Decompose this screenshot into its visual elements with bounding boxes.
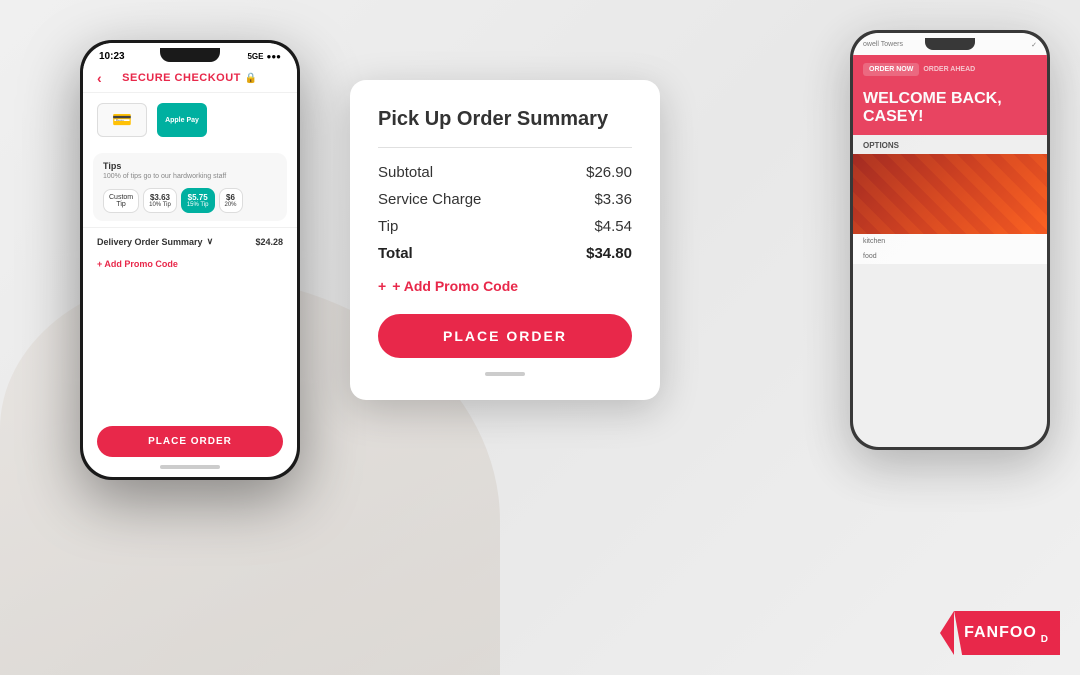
phone-left: 10:23 5GE ●●● ‹ SECURE CHECKOUT 🔒 💳 Appl…: [80, 40, 300, 480]
tip-15-percent: 15% Tip: [187, 202, 209, 208]
tips-section: Tips 100% of tips go to our hardworking …: [93, 153, 287, 221]
location-row-2: food: [853, 249, 1047, 264]
tip-value: $4.54: [594, 218, 632, 235]
signal-icon: 5GE: [247, 52, 263, 61]
tip-10-amount: $3.63: [149, 193, 171, 202]
notch-right: [925, 38, 975, 50]
order-summary-text: Delivery Order Summary: [97, 237, 203, 247]
apple-pay-option[interactable]: Apple Pay: [157, 103, 207, 137]
tip-10[interactable]: $3.63 10% Tip: [143, 188, 177, 213]
credit-card-icon: 💳: [112, 110, 132, 130]
logo-arrow-left: [940, 611, 954, 655]
tip-15[interactable]: $5.75 15% Tip: [181, 188, 215, 213]
order-line-subtotal: Subtotal $26.90: [378, 164, 632, 181]
order-summary-card: Pick Up Order Summary Subtotal $26.90 Se…: [350, 80, 660, 400]
promo-section-card[interactable]: + + Add Promo Code: [378, 278, 632, 294]
options-label: OPTIONS: [853, 135, 1047, 154]
status-time: 10:23: [99, 51, 125, 62]
order-now-tab[interactable]: ORDER NOW: [863, 63, 919, 76]
home-indicator-left: [160, 465, 220, 469]
food-image-overlay: [853, 154, 1047, 234]
welcome-line1: WELCOME BACK,: [863, 90, 1002, 107]
service-charge-label: Service Charge: [378, 191, 481, 208]
location-row-1: kitchen: [853, 234, 1047, 249]
tip-20-percent: 20%: [225, 202, 237, 208]
order-line-service-charge: Service Charge $3.36: [378, 191, 632, 208]
order-line-total: Total $34.80: [378, 245, 632, 262]
fanfood-logo: FANFOO D: [940, 611, 1060, 655]
location-text: owell Towers: [863, 41, 903, 49]
tip-10-percent: 10% Tip: [149, 202, 171, 208]
back-arrow-icon[interactable]: ‹: [97, 70, 102, 86]
promo-plus-icon: +: [378, 278, 386, 294]
lock-icon: 🔒: [245, 73, 258, 84]
battery-icon: ●●●: [267, 52, 282, 61]
promo-label-left: + Add Promo Code: [97, 259, 178, 269]
promo-section-left[interactable]: + Add Promo Code: [83, 255, 297, 273]
checkout-header: ‹ SECURE CHECKOUT 🔒: [83, 66, 297, 93]
total-value: $34.80: [586, 245, 632, 262]
welcome-line2: CASEY!: [863, 108, 923, 125]
welcome-text: WELCOME BACK, CASEY!: [863, 90, 1037, 125]
chevron-down-icon: ∨: [207, 236, 214, 247]
phone-left-screen: 10:23 5GE ●●● ‹ SECURE CHECKOUT 🔒 💳 Appl…: [83, 43, 297, 477]
tips-subtitle: 100% of tips go to our hardworking staff: [103, 173, 277, 180]
order-line-tip: Tip $4.54: [378, 218, 632, 235]
tips-title: Tips: [103, 161, 277, 171]
tip-custom-label: CustomTip: [109, 194, 133, 208]
notch-left: [160, 48, 220, 62]
order-summary-bar[interactable]: Delivery Order Summary ∨ $24.28: [83, 227, 297, 255]
location-name-1: kitchen: [863, 238, 885, 245]
apple-pay-label: Apple Pay: [165, 117, 199, 124]
place-order-button-card[interactable]: PLACE ORDER: [378, 314, 632, 358]
tips-options: CustomTip $3.63 10% Tip $5.75 15% Tip $6…: [103, 188, 277, 213]
promo-label-card: + Add Promo Code: [392, 278, 518, 294]
total-label: Total: [378, 245, 413, 262]
nav-banner: ORDER NOW ORDER AHEAD: [853, 55, 1047, 84]
food-image: [853, 154, 1047, 234]
logo-d-letter: D: [1041, 634, 1048, 645]
location-verified-icon: ✓: [1031, 41, 1037, 49]
order-summary-label: Delivery Order Summary ∨: [97, 236, 213, 247]
logo-box: FANFOO D: [954, 611, 1060, 655]
phone-right: owell Towers ✓ ORDER NOW ORDER AHEAD WEL…: [850, 30, 1050, 450]
checkout-title: SECURE CHECKOUT 🔒: [122, 72, 258, 84]
tip-20[interactable]: $6 20%: [219, 188, 243, 213]
status-icons: 5GE ●●●: [247, 52, 281, 61]
tip-custom[interactable]: CustomTip: [103, 189, 139, 213]
tip-label: Tip: [378, 218, 398, 235]
tip-15-amount: $5.75: [187, 193, 209, 202]
location-name-2: food: [863, 253, 877, 260]
payment-methods: 💳 Apple Pay: [83, 93, 297, 147]
order-ahead-tab[interactable]: ORDER AHEAD: [923, 66, 975, 73]
tip-20-amount: $6: [225, 193, 237, 202]
card-divider: [378, 147, 632, 148]
order-summary-total: $24.28: [255, 237, 283, 247]
welcome-section: WELCOME BACK, CASEY!: [853, 84, 1047, 135]
phone-right-screen: owell Towers ✓ ORDER NOW ORDER AHEAD WEL…: [853, 33, 1047, 447]
subtotal-value: $26.90: [586, 164, 632, 181]
card-title: Pick Up Order Summary: [378, 108, 632, 131]
service-charge-value: $3.36: [594, 191, 632, 208]
fanfood-logo-text: FANFOO: [964, 624, 1037, 642]
checkout-title-text: SECURE CHECKOUT: [122, 72, 241, 84]
place-order-button-left[interactable]: PLACE ORDER: [97, 426, 283, 457]
subtotal-label: Subtotal: [378, 164, 433, 181]
credit-card-option[interactable]: 💳: [97, 103, 147, 137]
card-bottom-indicator: [485, 372, 525, 376]
